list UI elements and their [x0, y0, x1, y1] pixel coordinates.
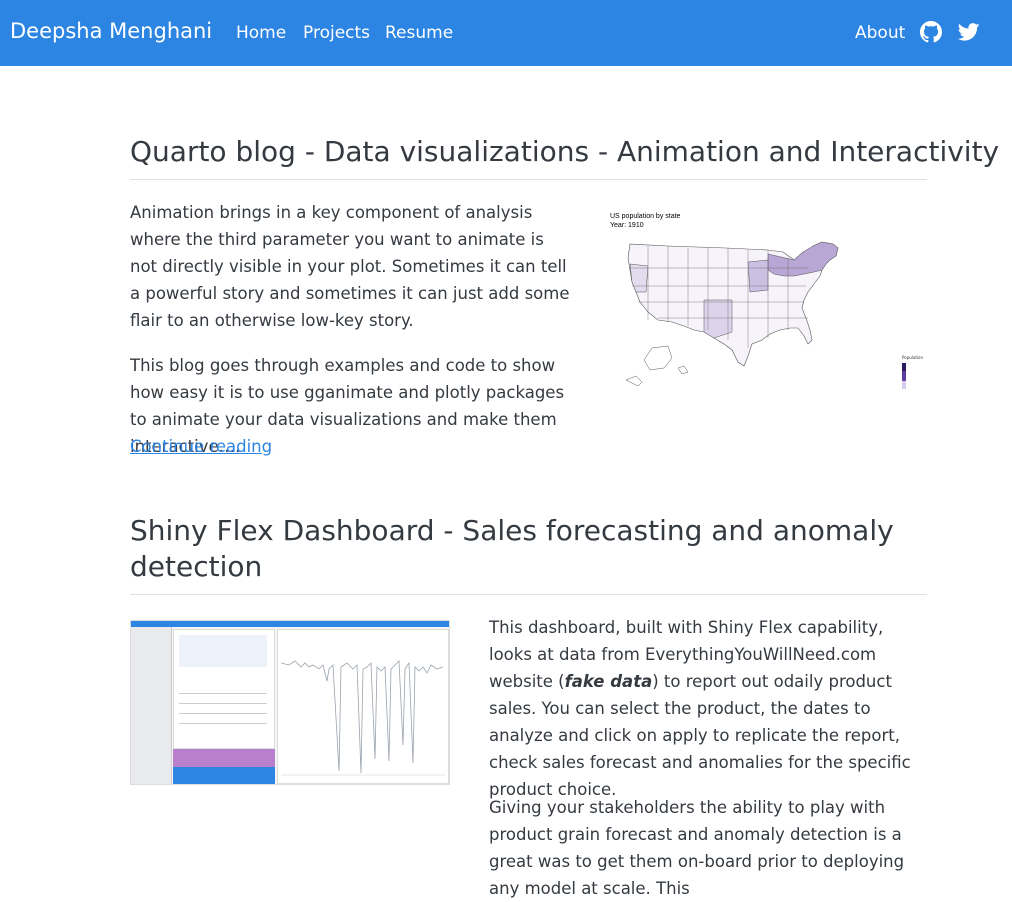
- title-divider: [130, 179, 927, 180]
- post-title-shiny-dashboard[interactable]: Shiny Flex Dashboard - Sales forecasting…: [130, 513, 927, 585]
- post-excerpt: Giving your stakeholders the ability to …: [489, 798, 905, 898]
- nav-link-home[interactable]: Home: [236, 23, 286, 43]
- nav-link-projects[interactable]: Projects: [303, 23, 370, 43]
- thumbnail-title: US population by state Year: 1910: [610, 213, 681, 229]
- legend-title: Population: [902, 355, 924, 360]
- post-title-quarto-blog[interactable]: Quarto blog - Data visualizations - Anim…: [130, 134, 999, 170]
- post-thumbnail-dashboard[interactable]: [130, 620, 450, 785]
- nav-link-resume[interactable]: Resume: [385, 23, 453, 43]
- navbar: Deepsha Menghani Home Projects Resume Ab…: [0, 0, 1012, 66]
- github-icon[interactable]: [920, 21, 942, 43]
- post-excerpt: This dashboard, built with Shiny Flex ca…: [489, 618, 911, 799]
- continue-reading-link[interactable]: Continue reading: [130, 433, 272, 460]
- us-population-map: [625, 241, 906, 389]
- post-thumbnail-map[interactable]: US population by state Year: 1910 Popula…: [608, 208, 928, 393]
- site-brand[interactable]: Deepsha Menghani: [10, 19, 212, 43]
- post-excerpt: Animation brings in a key component of a…: [130, 203, 570, 330]
- twitter-icon[interactable]: [958, 21, 980, 43]
- title-divider: [130, 594, 927, 595]
- nav-link-about[interactable]: About: [855, 23, 905, 43]
